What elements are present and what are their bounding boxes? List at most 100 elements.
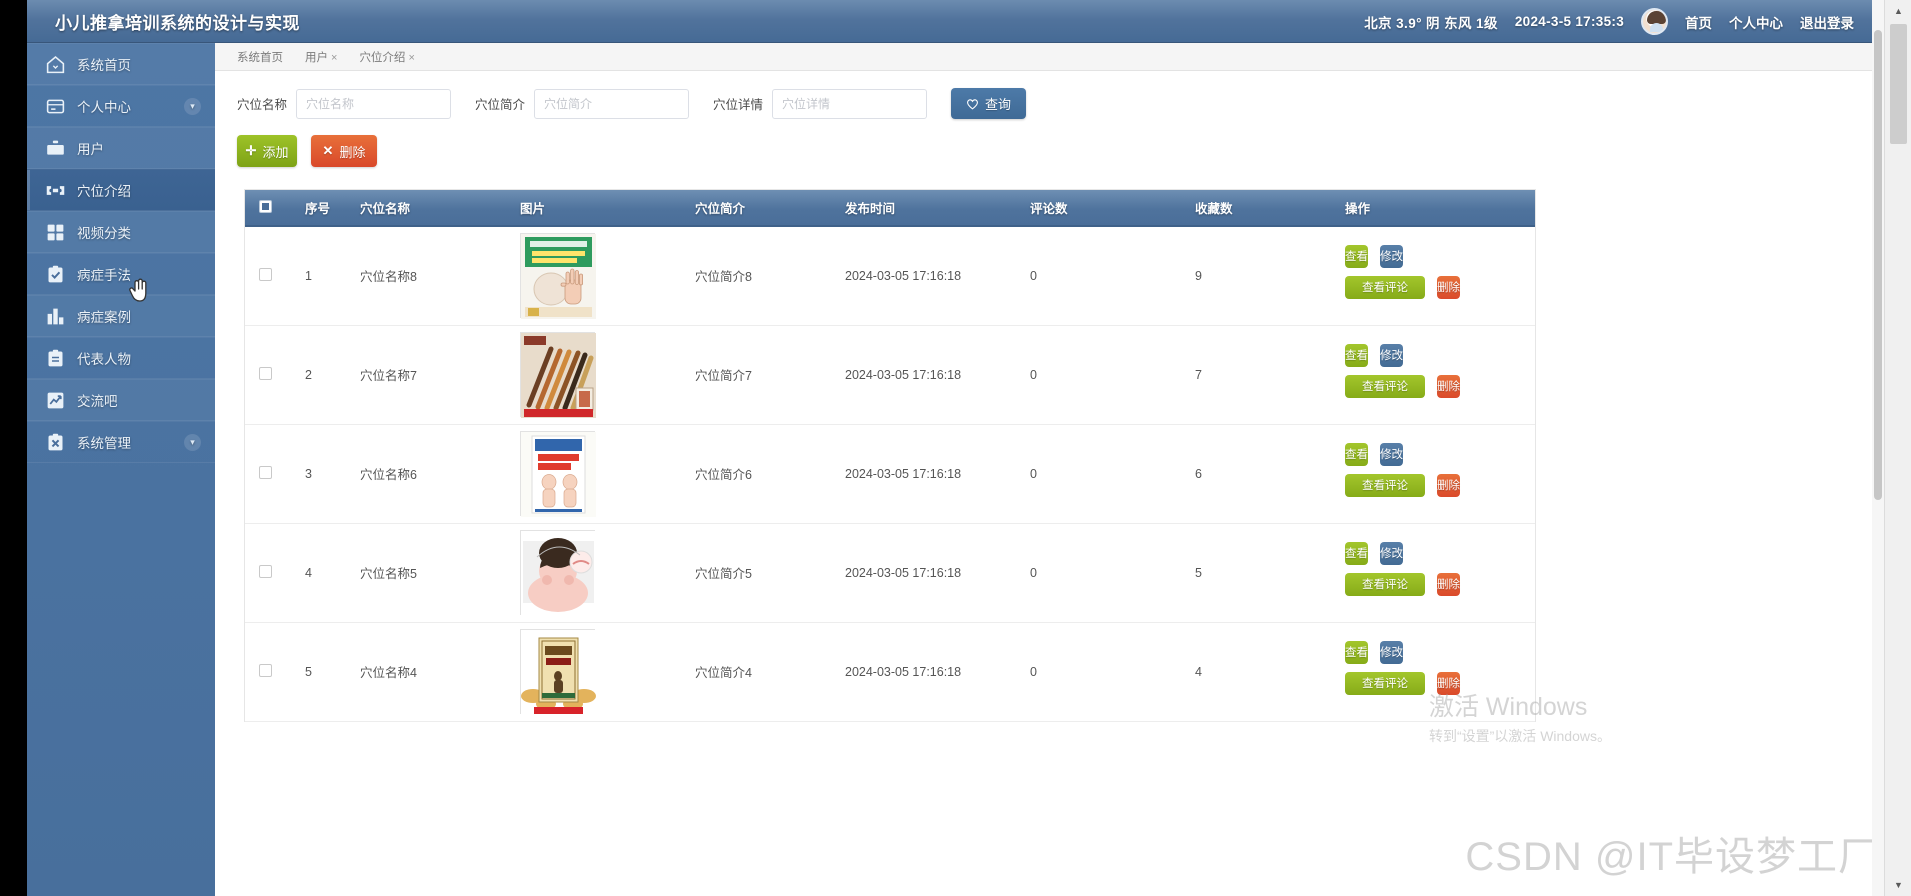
add-button-label: 添加 [262, 144, 289, 160]
view-button[interactable]: 查看 [1345, 343, 1368, 367]
acupoint-thumbnail[interactable] [520, 332, 596, 418]
tab-users[interactable]: 用户 × [305, 49, 337, 65]
sidebar-item-acupoint-intro[interactable]: 穴位介绍 [27, 169, 215, 211]
inner-scrollbar-thumb[interactable] [1874, 30, 1882, 500]
row-checkbox[interactable] [259, 366, 272, 380]
acupoint-thumbnail[interactable] [520, 629, 596, 715]
table-head: 序号 穴位名称 图片 穴位简介 发布时间 评论数 收藏数 操作 [245, 190, 1535, 227]
chevron-down-icon[interactable]: ▾ [184, 97, 201, 115]
acupoint-intro-input[interactable] [534, 88, 690, 119]
row-checkbox[interactable] [259, 564, 272, 578]
row-publish-time: 2024-03-05 17:16:18 [831, 226, 1016, 326]
card-icon [46, 99, 65, 113]
weather-info: 北京 3.9° 阴 东风 1级 [1364, 15, 1498, 31]
view-comments-button[interactable]: 查看评论 [1345, 572, 1425, 596]
edit-button[interactable]: 修改 [1380, 244, 1403, 268]
left-gutter [0, 0, 27, 896]
acupoint-thumbnail[interactable] [520, 431, 596, 517]
view-comments-button[interactable]: 查看评论 [1345, 671, 1425, 695]
acupoint-thumbnail[interactable] [520, 530, 596, 616]
sidebar-item-forum[interactable]: 交流吧 [27, 379, 215, 421]
query-button[interactable]: 查询 [951, 88, 1027, 119]
row-image-cell [506, 226, 681, 326]
edit-button[interactable]: 修改 [1380, 343, 1403, 367]
table-row: 3 穴位名称6 穴位简介6 2024-03-05 17:16:18 0 6 查看… [245, 424, 1535, 524]
sidebar-item-label: 个人中心 [77, 100, 131, 115]
edit-button[interactable]: 修改 [1380, 640, 1403, 664]
sidebar-item-symptom-techniques[interactable]: 病症手法 [27, 253, 215, 295]
chevron-down-icon[interactable]: ▾ [184, 433, 201, 451]
table-header-row: 序号 穴位名称 图片 穴位简介 发布时间 评论数 收藏数 操作 [245, 190, 1535, 227]
sidebar-item-video-category[interactable]: 视频分类 [27, 211, 215, 253]
scroll-down-arrow[interactable]: ▼ [1885, 874, 1911, 896]
row-delete-button[interactable]: 删除 [1437, 671, 1460, 695]
row-delete-button[interactable]: 删除 [1437, 275, 1460, 299]
row-checkbox[interactable] [259, 465, 272, 479]
tab-system-home[interactable]: 系统首页 [237, 49, 283, 65]
row-select-cell [245, 226, 291, 326]
row-operations-cell: 查看 修改 查看评论 删除 [1331, 226, 1535, 326]
row-image-cell [506, 523, 681, 623]
edit-button[interactable]: 修改 [1380, 541, 1403, 565]
browser-scrollbar[interactable]: ▲ ▼ [1884, 0, 1911, 896]
close-icon[interactable]: × [331, 52, 337, 64]
inner-scrollbar[interactable] [1872, 0, 1884, 896]
header-link-logout[interactable]: 退出登录 [1800, 12, 1854, 32]
sidebar-item-label: 穴位介绍 [77, 184, 131, 199]
row-acupoint-intro: 穴位简介5 [681, 523, 831, 623]
edit-button[interactable]: 修改 [1380, 442, 1403, 466]
row-comment-count: 0 [1016, 226, 1181, 326]
view-button[interactable]: 查看 [1345, 442, 1368, 466]
row-delete-button[interactable]: 删除 [1437, 374, 1460, 398]
browser-scrollbar-thumb[interactable] [1890, 24, 1907, 144]
row-image-cell [506, 325, 681, 425]
delete-button[interactable]: ✕ 删除 [311, 135, 377, 167]
header-link-home[interactable]: 首页 [1685, 12, 1712, 32]
sidebar-nav: 系统首页 个人中心 ▾ 用户 穴位介绍 视频分类 病症手法 病症案例 代表人物 … [27, 43, 215, 896]
row-checkbox[interactable] [259, 663, 272, 677]
sidebar-item-profile[interactable]: 个人中心 ▾ [27, 85, 215, 127]
app-title: 小儿推拿培训系统的设计与实现 [55, 14, 300, 33]
add-button[interactable]: ✛ 添加 [237, 135, 297, 167]
row-acupoint-name: 穴位名称7 [346, 325, 506, 425]
sidebar-item-symptom-cases[interactable]: 病症案例 [27, 295, 215, 337]
view-button[interactable]: 查看 [1345, 244, 1368, 268]
close-icon[interactable]: × [408, 52, 414, 64]
row-favorite-count: 6 [1181, 424, 1331, 524]
view-comments-button[interactable]: 查看评论 [1345, 374, 1425, 398]
row-publish-time: 2024-03-05 17:16:18 [831, 424, 1016, 524]
table-row: 1 穴位名称8 穴位简介8 2024-03-05 17:16:18 0 9 查看… [245, 226, 1535, 326]
sidebar-item-system-home[interactable]: 系统首页 [27, 43, 215, 85]
sidebar-item-system-management[interactable]: 系统管理 ▾ [27, 421, 215, 463]
operations-row-bottom: 查看评论 删除 [1345, 275, 1535, 299]
col-operations: 操作 [1331, 190, 1535, 227]
select-all-checkbox[interactable] [259, 199, 272, 213]
main-content: 系统首页 用户× 穴位介绍× 穴位名称 穴位简介 [215, 43, 1884, 896]
sidebar-item-representatives[interactable]: 代表人物 [27, 337, 215, 379]
header-link-profile[interactable]: 个人中心 [1729, 12, 1783, 32]
clipboard-x-icon [48, 433, 63, 450]
row-comment-count: 0 [1016, 325, 1181, 425]
view-comments-button[interactable]: 查看评论 [1345, 275, 1425, 299]
sidebar-item-users[interactable]: 用户 [27, 127, 215, 169]
row-operations-cell: 查看 修改 查看评论 删除 [1331, 622, 1535, 722]
row-delete-button[interactable]: 删除 [1437, 572, 1460, 596]
scroll-up-arrow[interactable]: ▲ [1885, 0, 1911, 22]
row-favorite-count: 5 [1181, 523, 1331, 623]
sidebar-item-label: 病症案例 [77, 310, 131, 325]
view-comments-button[interactable]: 查看评论 [1345, 473, 1425, 497]
acupoint-name-input[interactable] [296, 88, 452, 119]
col-comment-count: 评论数 [1016, 190, 1181, 227]
row-checkbox[interactable] [259, 267, 272, 281]
acupoint-detail-input[interactable] [772, 88, 928, 119]
avatar[interactable] [1641, 8, 1668, 35]
view-button[interactable]: 查看 [1345, 541, 1368, 565]
operations-row-top: 查看 修改 [1345, 442, 1535, 466]
row-select-cell [245, 325, 291, 425]
tab-acupoint-intro[interactable]: 穴位介绍 × [359, 49, 414, 65]
row-delete-button[interactable]: 删除 [1437, 473, 1460, 497]
row-operations-cell: 查看 修改 查看评论 删除 [1331, 424, 1535, 524]
acupoint-thumbnail[interactable] [520, 233, 596, 320]
view-button[interactable]: 查看 [1345, 640, 1368, 664]
row-select-cell [245, 622, 291, 722]
